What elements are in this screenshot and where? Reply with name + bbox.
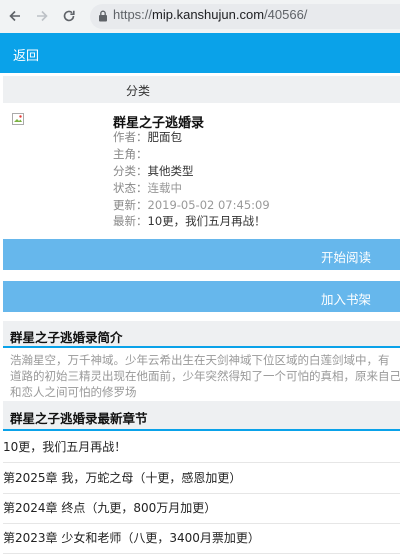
add-bookshelf-label: 加入书架 [320,292,371,307]
lock-icon [99,10,107,22]
info-updated: 更新：2019-05-02 07:45:09 [113,198,270,212]
chapter-title[interactable]: 第2023章 少女和老师（八更，3400月票加更） [3,529,260,546]
book-title: 群星之子逃婚录 [113,116,205,131]
info-value[interactable]: 其他类型 [148,164,194,178]
url-host: mip.kanshujun.com [152,7,265,22]
back-arrow-icon[interactable] [7,8,23,24]
info-author: 作者：肥面包 [113,130,182,144]
info-status: 状态：连载中 [113,181,182,195]
intro-header: 群星之子逃婚录简介 [3,321,400,348]
info-value[interactable]: 10更，我们五月再战！ [148,214,266,228]
category-row: 分类 [3,76,400,103]
info-key: 主角： [113,147,148,161]
reload-icon[interactable] [61,8,77,24]
info-protagonist: 主角： [113,147,148,161]
intro-heading: 群星之子逃婚录简介 [10,330,123,345]
info-value[interactable]: 肥面包 [148,130,183,144]
broken-image-icon [12,113,24,125]
chapter-item[interactable]: 第2023章 少女和老师（八更，3400月票加更） [3,522,400,554]
category-link[interactable]: 分类 [126,82,150,99]
chapter-item[interactable]: 第2025章 我，万蛇之母（十更，感恩加更） [3,462,400,494]
info-category: 分类：其他类型 [113,164,194,178]
chapter-item[interactable]: 第2024章 终点（九更，800万月加更） [3,492,400,524]
back-link[interactable]: 返回 [13,45,39,64]
chapter-title[interactable]: 第2024章 终点（九更，800万月加更） [3,499,216,516]
info-key: 状态： [113,181,148,195]
chapter-item[interactable]: 10更，我们五月再战！ [3,431,400,463]
url-path: /40566/ [264,7,308,22]
info-key: 更新： [113,198,148,212]
info-key: 分类： [113,164,148,178]
intro-text: 浩瀚星空，万千神域。少年云希出生在天剑神域下位区域的白莲剑域中，有 道路的初始三… [10,352,400,400]
intro-line: 道路的初始三精灵出现在他面前，少年突然得知了一个可怕的真相，原来自己 [10,369,400,383]
start-reading-label: 开始阅读 [320,250,371,265]
add-bookshelf-button[interactable]: 加入书架 [3,281,400,312]
page-header: 返回 [0,33,400,73]
info-key: 作者： [113,130,148,144]
chapter-title[interactable]: 第2025章 我，万蛇之母（十更，感恩加更） [3,469,241,486]
browser-toolbar: https://mip.kanshujun.com/40566/ [0,0,400,33]
url-scheme: https:// [113,7,153,22]
forward-arrow-icon[interactable] [34,8,50,24]
url-text[interactable]: https://mip.kanshujun.com/40566/ [113,7,307,22]
info-value: 2019-05-02 07:45:09 [147,198,270,212]
chapters-header: 群星之子逃婚录最新章节 [3,401,400,431]
info-key: 最新： [113,214,148,228]
chapters-heading: 群星之子逃婚录最新章节 [10,411,148,426]
start-reading-button[interactable]: 开始阅读 [3,239,400,270]
info-latest: 最新：10更，我们五月再战！ [113,214,266,228]
chapter-title[interactable]: 10更，我们五月再战！ [3,438,126,455]
info-value: 连载中 [147,181,183,195]
intro-line: 和恋人之间可怕的修罗场 [10,385,137,399]
intro-line: 浩瀚星空，万千神域。少年云希出生在天剑神域下位区域的白莲剑域中，有 [10,353,390,367]
